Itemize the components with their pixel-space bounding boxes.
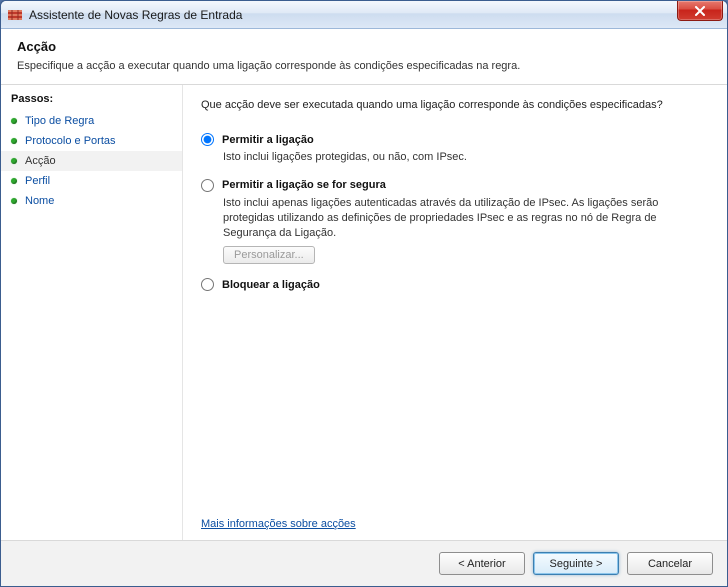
page-subtitle: Especifique a acção a executar quando um… [17,60,711,72]
step-label: Protocolo e Portas [25,135,116,147]
step-label: Perfil [25,175,50,187]
step-bullet-icon [11,138,17,144]
step-bullet-icon [11,158,17,164]
customize-button: Personalizar... [223,246,315,264]
page-header: Acção Especifique a acção a executar qua… [1,29,727,85]
option-allow-desc: Isto inclui ligações protegidas, ou não,… [223,150,709,165]
close-button[interactable] [677,1,723,21]
radio-block[interactable] [201,278,214,291]
step-action[interactable]: Acção [1,151,182,171]
firewall-icon [7,7,23,23]
content-pane: Que acção deve ser executada quando uma … [183,85,727,540]
steps-sidebar: Passos: Tipo de Regra Protocolo e Portas… [1,85,183,540]
footer: < Anterior Seguinte > Cancelar [1,540,727,586]
titlebar[interactable]: Assistente de Novas Regras de Entrada [1,1,727,29]
option-allow-secure-desc: Isto inclui apenas ligações autenticadas… [223,196,709,241]
step-label: Tipo de Regra [25,115,94,127]
step-label: Acção [25,155,56,167]
back-button[interactable]: < Anterior [439,552,525,575]
step-protocol-ports[interactable]: Protocolo e Portas [1,131,182,151]
option-allow-secure-label: Permitir a ligação se for segura [222,179,386,191]
wizard-body: Passos: Tipo de Regra Protocolo e Portas… [1,85,727,540]
option-allow-secure: Permitir a ligação se for segura Isto in… [201,179,709,265]
step-label: Nome [25,195,54,207]
step-bullet-icon [11,118,17,124]
cancel-button[interactable]: Cancelar [627,552,713,575]
option-block: Bloquear a ligação [201,278,709,291]
learn-more-link[interactable]: Mais informações sobre acções [201,518,709,530]
close-icon [694,6,706,16]
content-prompt: Que acção deve ser executada quando uma … [201,99,709,111]
option-allow: Permitir a ligação Isto inclui ligações … [201,133,709,165]
steps-heading: Passos: [1,93,182,111]
option-block-row[interactable]: Bloquear a ligação [201,278,709,291]
radio-allow[interactable] [201,133,214,146]
option-allow-secure-row[interactable]: Permitir a ligação se for segura [201,179,709,192]
option-block-label: Bloquear a ligação [222,279,320,291]
spacer [201,305,709,518]
step-profile[interactable]: Perfil [1,171,182,191]
wizard-window: Assistente de Novas Regras de Entrada Ac… [0,0,728,587]
window-title: Assistente de Novas Regras de Entrada [29,8,242,22]
option-allow-row[interactable]: Permitir a ligação [201,133,709,146]
radio-allow-secure[interactable] [201,179,214,192]
step-bullet-icon [11,178,17,184]
step-rule-type[interactable]: Tipo de Regra [1,111,182,131]
next-button[interactable]: Seguinte > [533,552,619,575]
step-bullet-icon [11,198,17,204]
option-allow-label: Permitir a ligação [222,134,314,146]
page-title: Acção [17,39,711,54]
step-name[interactable]: Nome [1,191,182,211]
